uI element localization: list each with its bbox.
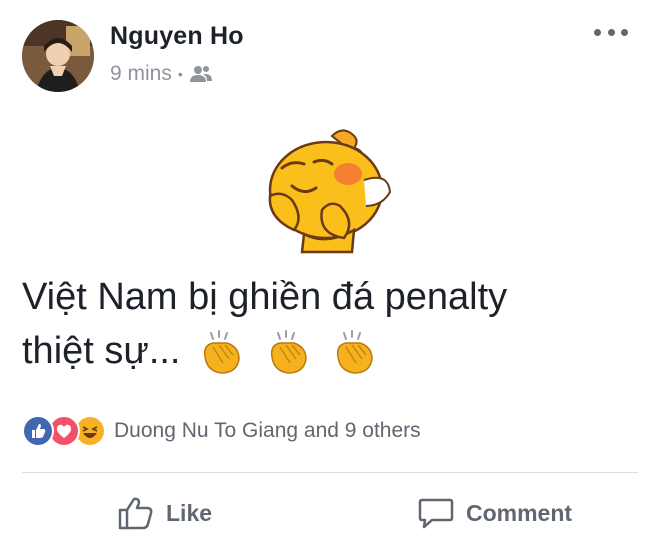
like-reaction-icon (22, 415, 54, 447)
clapping-hands-emoji-icon (337, 330, 373, 374)
more-dot (621, 28, 628, 36)
clapping-hands-emoji-icon (204, 330, 240, 374)
comment-label: Comment (466, 499, 573, 526)
friends-icon[interactable] (189, 65, 213, 83)
reaction-icons (22, 415, 106, 447)
like-label: Like (166, 499, 213, 526)
author-name[interactable]: Nguyen Ho (110, 22, 244, 51)
more-options-button[interactable] (594, 24, 628, 40)
post-text-line: Việt Nam bị ghiền đá penalty (22, 276, 508, 318)
post-time[interactable]: 9 mins (110, 62, 172, 86)
clapping-hands-emoji-icon (270, 330, 307, 374)
author-avatar[interactable] (22, 20, 94, 92)
reactions-text[interactable]: Duong Nu To Giang and 9 others (114, 419, 421, 443)
avatar-image (22, 20, 94, 92)
comment-bubble-icon (418, 498, 454, 529)
more-dot (594, 28, 601, 36)
like-button[interactable]: Like (118, 490, 212, 536)
meta-separator: • (177, 66, 183, 82)
thumbs-up-icon (118, 497, 153, 530)
sticker-image (264, 126, 394, 256)
post-header: Nguyen Ho 9 mins • (22, 20, 638, 96)
divider (22, 472, 638, 473)
post-text-line-2: thiệt sự... (22, 324, 632, 378)
post-text-line: thiệt sự... (22, 330, 181, 372)
comment-button[interactable]: Comment (418, 490, 572, 536)
post-meta: 9 mins • (110, 62, 213, 86)
post-text: Việt Nam bị ghiền đá penalty thiệt sự... (22, 270, 632, 378)
reactions-summary[interactable]: Duong Nu To Giang and 9 others (22, 415, 421, 447)
more-dot (607, 28, 615, 36)
